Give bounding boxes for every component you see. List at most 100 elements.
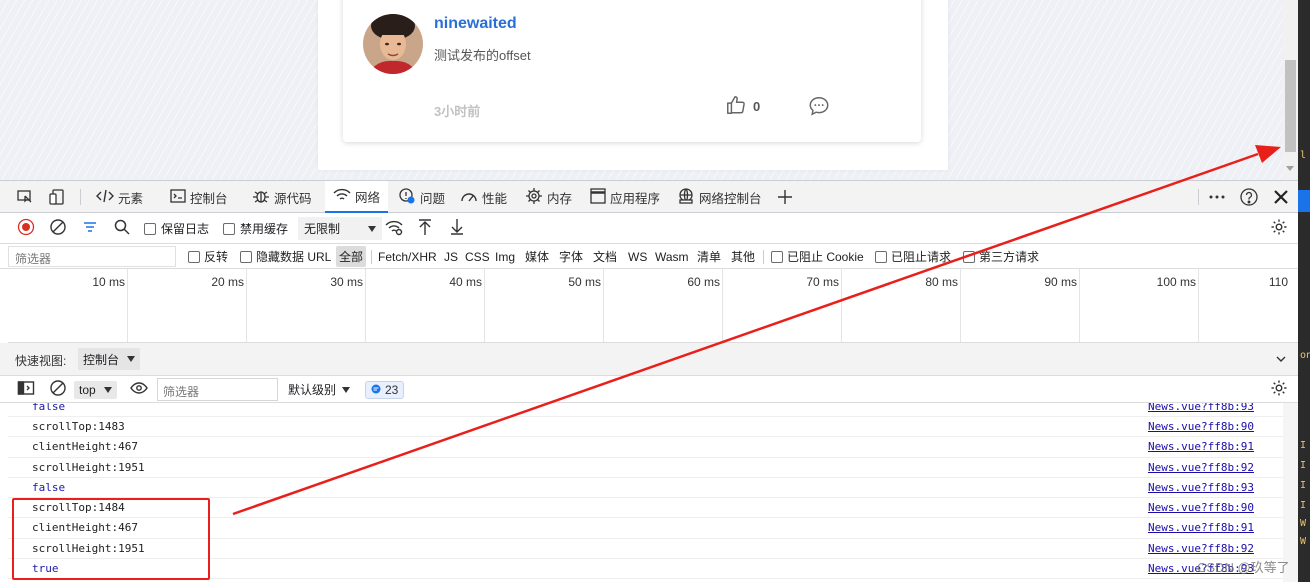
console-source-link[interactable]: News.vue?ff8b:92 (1148, 461, 1254, 474)
console-source-link[interactable]: News.vue?ff8b:91 (1148, 521, 1254, 534)
filter-type-fetch-xhr[interactable]: Fetch/XHR (378, 244, 437, 269)
console-source-link[interactable]: News.vue?ff8b:91 (1148, 440, 1254, 453)
inspect-element-icon[interactable] (16, 188, 34, 206)
blocked-requests-checkbox[interactable]: 已阻止请求 (875, 244, 951, 269)
disable-cache-checkbox[interactable]: 禁用缓存 (223, 213, 288, 244)
more-options-icon[interactable] (1208, 188, 1226, 206)
search-button[interactable] (113, 213, 131, 244)
invert-checkbox[interactable]: 反转 (188, 244, 228, 269)
checkbox-box (875, 250, 887, 263)
export-har-button[interactable] (448, 213, 466, 244)
annotation-highlight-box (12, 498, 210, 580)
like-button[interactable]: 0 (725, 94, 760, 119)
log-level-select[interactable]: 默认级别 (288, 376, 351, 403)
tab-application[interactable]: 应用程序 (582, 181, 668, 213)
collapse-drawer-icon[interactable] (1275, 353, 1287, 368)
console-row: clientHeight:467 News.vue?ff8b:91 (8, 437, 1283, 458)
console-filter-input[interactable]: 筛选器 (157, 378, 278, 401)
checkbox-box (963, 250, 975, 263)
search-icon (113, 218, 131, 239)
console-settings-button[interactable] (1270, 376, 1288, 403)
page-scrollbar[interactable] (1283, 0, 1298, 180)
live-expression-button[interactable] (130, 376, 148, 403)
console-row: false News.vue?ff8b:93 (8, 478, 1283, 499)
console-source-link[interactable]: News.vue?ff8b:90 (1148, 420, 1254, 433)
tab-console[interactable]: 控制台 (162, 181, 236, 213)
filter-type-js[interactable]: JS (444, 244, 458, 269)
tab-network-console[interactable]: 网络控制台 (669, 181, 770, 213)
download-icon (448, 218, 466, 239)
network-overview-timeline[interactable]: 10 ms 20 ms 30 ms 40 ms 50 ms 60 ms 70 m… (8, 269, 1298, 343)
clear-button[interactable] (49, 213, 67, 244)
timeline-tick: 110 (1268, 275, 1288, 289)
console-row: false News.vue?ff8b:93 (8, 403, 1283, 417)
console-row: scrollHeight:1951 News.vue?ff8b:92 (8, 458, 1283, 478)
console-message: false (32, 403, 66, 413)
message-count-badge[interactable]: 23 (365, 376, 405, 403)
issues-icon (398, 187, 416, 208)
help-icon[interactable] (1240, 188, 1258, 206)
console-source-link[interactable]: News.vue?ff8b:93 (1148, 403, 1254, 413)
checkbox-box (144, 222, 156, 235)
third-party-checkbox[interactable]: 第三方请求 (963, 244, 1039, 269)
network-conditions-button[interactable] (385, 213, 403, 244)
hide-data-urls-checkbox[interactable]: 隐藏数据 URL (240, 244, 331, 269)
filter-type-all[interactable]: 全部 (336, 244, 367, 269)
tab-issues[interactable]: 问题 (390, 181, 453, 213)
preserve-log-checkbox[interactable]: 保留日志 (144, 213, 209, 244)
tab-elements[interactable]: 元素 (88, 181, 151, 213)
console-icon (170, 188, 186, 206)
filter-type-media[interactable]: 媒体 (525, 244, 549, 269)
timeline-tick: 40 ms (449, 275, 482, 289)
filter-toggle-button[interactable] (81, 213, 99, 244)
add-tab-icon[interactable] (776, 188, 794, 206)
background-window-strip: l on I I I I W W (1298, 0, 1310, 582)
post-content: 测试发布的offset (434, 48, 531, 63)
page-scrollbar-thumb[interactable] (1285, 60, 1296, 152)
console-sidebar-toggle[interactable] (17, 376, 35, 403)
clear-icon (49, 218, 67, 239)
tab-performance[interactable]: 性能 (452, 181, 515, 213)
record-button[interactable] (17, 213, 35, 244)
drawer-tab-console[interactable]: 控制台 (78, 348, 141, 370)
content-column: ninewaited 测试发布的offset 3小时前 0 (318, 0, 948, 170)
checkbox-box (223, 222, 235, 235)
filter-type-wasm[interactable]: Wasm (655, 244, 689, 269)
throttling-select[interactable]: 无限制 (298, 213, 383, 244)
network-filter-input[interactable]: 筛选器 (8, 246, 176, 267)
console-source-link[interactable]: News.vue?ff8b:92 (1148, 542, 1254, 555)
eye-icon (130, 379, 148, 400)
console-message: clientHeight:467 (32, 440, 138, 454)
tab-sources[interactable]: 源代码 (244, 181, 320, 213)
comment-icon[interactable] (808, 95, 830, 120)
blocked-cookies-checkbox[interactable]: 已阻止 Cookie (771, 244, 864, 269)
console-scrollbar[interactable] (1283, 403, 1298, 582)
context-select[interactable]: top (74, 376, 117, 403)
filter-type-doc[interactable]: 文档 (593, 244, 617, 269)
filter-type-font[interactable]: 字体 (559, 244, 583, 269)
filter-type-css[interactable]: CSS (465, 244, 490, 269)
network-settings-button[interactable] (1270, 213, 1288, 244)
chevron-down-icon (342, 386, 351, 393)
close-devtools-icon[interactable] (1272, 188, 1290, 206)
console-source-link[interactable]: News.vue?ff8b:90 (1148, 501, 1254, 514)
timeline-tick: 60 ms (687, 275, 720, 289)
avatar[interactable] (363, 14, 423, 74)
post-card[interactable]: ninewaited 测试发布的offset 3小时前 0 (343, 0, 921, 142)
scroll-down-arrow-icon[interactable] (1286, 166, 1294, 171)
tab-label: 元素 (118, 191, 144, 206)
filter-type-ws[interactable]: WS (628, 244, 647, 269)
import-har-button[interactable] (416, 213, 434, 244)
tab-network[interactable]: 网络 (325, 181, 389, 213)
post-username[interactable]: ninewaited (434, 15, 517, 33)
context-value: top (79, 382, 96, 397)
tab-label: 网络 (355, 190, 381, 205)
tab-memory[interactable]: 内存 (517, 181, 580, 213)
console-source-link[interactable]: News.vue?ff8b:93 (1148, 481, 1254, 494)
tab-label: 网络控制台 (699, 191, 762, 206)
filter-type-manifest[interactable]: 清单 (697, 244, 721, 269)
clear-console-button[interactable] (49, 376, 67, 403)
filter-type-img[interactable]: Img (495, 244, 515, 269)
filter-type-other[interactable]: 其他 (731, 244, 755, 269)
device-emulation-icon[interactable] (48, 188, 66, 206)
